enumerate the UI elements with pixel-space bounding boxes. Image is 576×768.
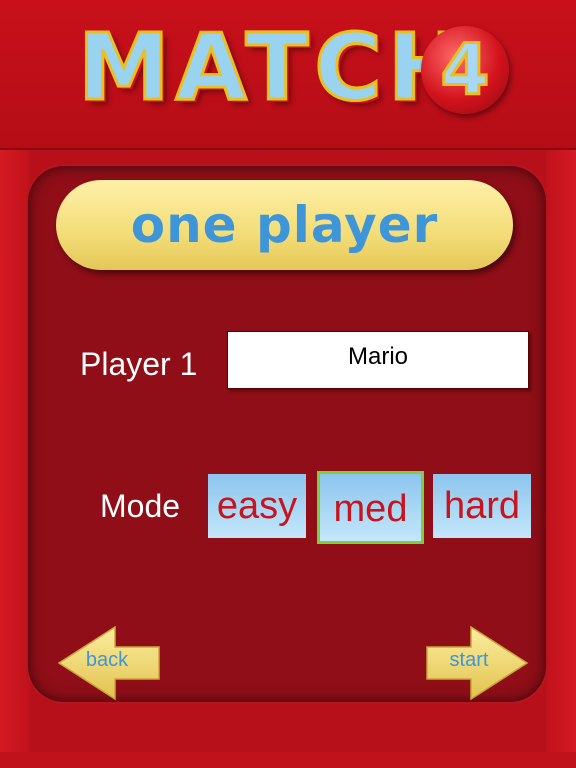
game-logo: MATCH 4 (77, 14, 509, 121)
mode-hard-button[interactable]: hard (433, 474, 531, 538)
logo-number: 4 (439, 29, 491, 111)
player-name-input[interactable]: Mario (227, 331, 529, 389)
start-label: start (449, 649, 489, 671)
page-title: one player (130, 196, 439, 254)
back-button[interactable]: back (57, 625, 161, 701)
title-banner: one player (56, 180, 513, 270)
side-band-left (0, 150, 30, 768)
mode-med-button[interactable]: med (317, 471, 424, 544)
mode-label: Mode (100, 488, 181, 524)
logo-letters: MATCH (77, 14, 471, 121)
side-band-right (546, 150, 576, 768)
back-label: back (85, 649, 129, 671)
logo-four-badge: 4 (421, 26, 509, 114)
player-label: Player 1 (80, 346, 198, 382)
start-button[interactable]: start (425, 625, 529, 701)
mode-easy-button[interactable]: easy (208, 474, 306, 538)
bottom-strip (0, 752, 576, 768)
